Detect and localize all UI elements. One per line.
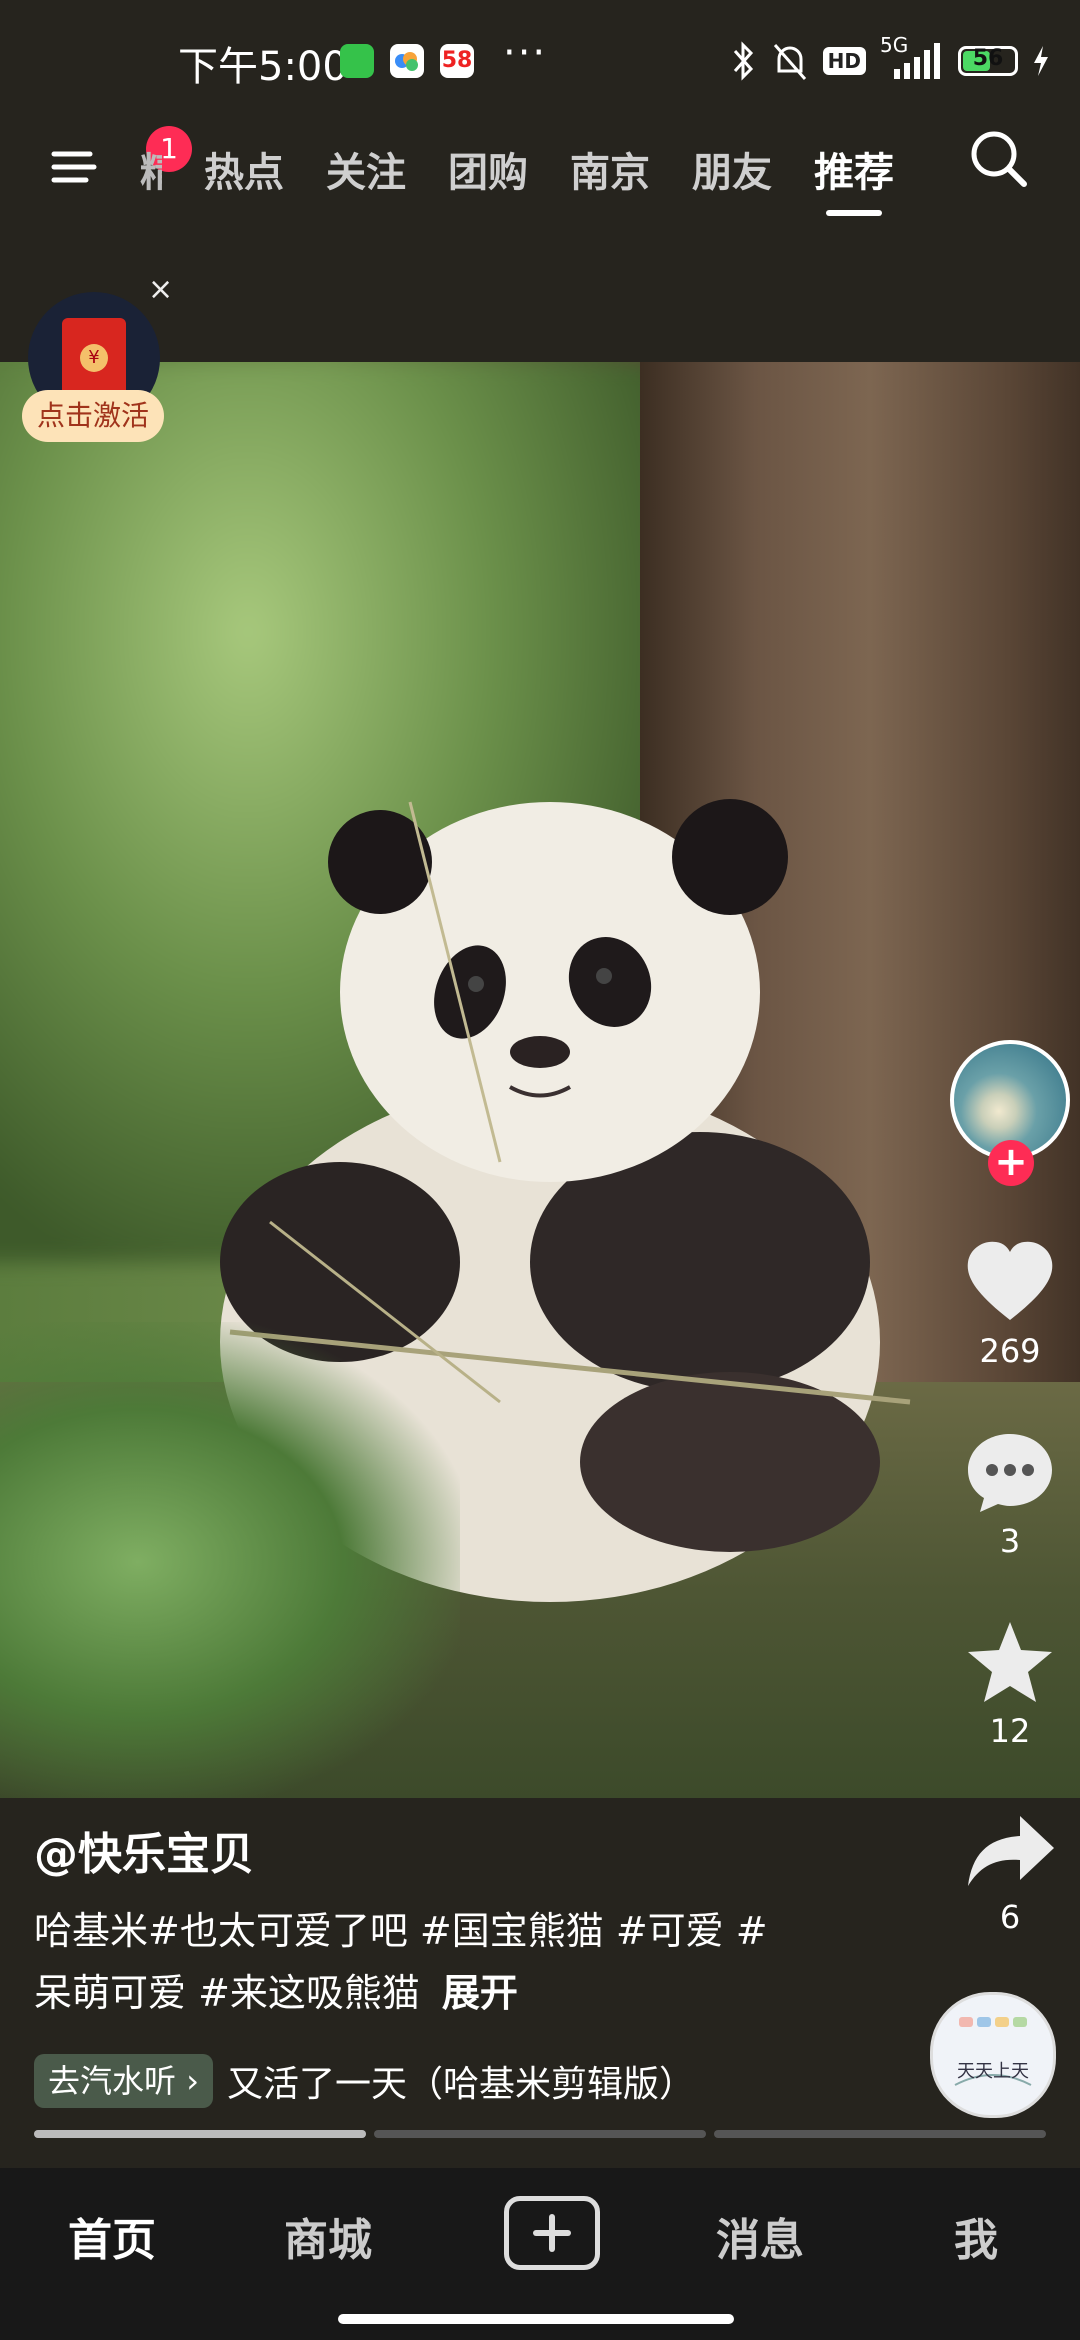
tab-hot[interactable]: 热点 <box>204 128 284 218</box>
share-button[interactable]: 6 <box>960 1814 1060 1936</box>
music-title: 又活了一天（哈基米剪辑版） <box>226 2064 695 2105</box>
progress-segment <box>374 2130 706 2138</box>
description-line-1: 哈基米#也太可爱了吧 #国宝熊猫 #可爱 # <box>34 1909 768 1953</box>
share-count: 6 <box>999 1898 1021 1936</box>
active-tab-underline <box>826 210 882 216</box>
wechat-like-icon <box>340 44 374 78</box>
favorite-button[interactable]: 12 <box>940 1620 1080 1750</box>
tab-nanjing[interactable]: 南京 <box>570 128 650 218</box>
activate-red-packet-button[interactable]: 点击激活 <box>22 390 164 442</box>
video-description[interactable]: 哈基米#也太可爱了吧 #国宝熊猫 #可爱 # 呆萌可爱 #来这吸熊猫 展开 <box>34 1900 854 2024</box>
hd-badge: HD <box>822 47 866 75</box>
feed-tabs: 精选 热点 关注 团购 南京 朋友 推荐 <box>140 128 894 218</box>
tab-following[interactable]: 关注 <box>326 128 406 218</box>
battery-icon: 56 <box>958 46 1018 76</box>
share-arrow-icon <box>968 1816 1054 1886</box>
bamboo-leaves <box>0 1322 460 1798</box>
status-time: 下午5:00 <box>178 44 348 90</box>
more-notifications-icon: ··· <box>503 30 548 76</box>
mute-bell-icon <box>773 44 806 80</box>
top-navigation: 1 精选 热点 关注 团购 南京 朋友 推荐 <box>0 120 1080 230</box>
comment-icon <box>968 1434 1052 1512</box>
cloud-icon <box>390 44 424 78</box>
comment-count: 3 <box>999 1522 1021 1560</box>
video-caption-area: @快乐宝贝 哈基米#也太可爱了吧 #国宝熊猫 #可爱 # 呆萌可爱 #来这吸熊猫… <box>0 1800 1080 2160</box>
nav-me[interactable]: 我 <box>954 2204 998 2268</box>
progress-segment <box>34 2130 366 2138</box>
menu-icon <box>51 151 97 183</box>
search-button[interactable] <box>960 120 1040 200</box>
tab-group-buy[interactable]: 团购 <box>448 128 528 218</box>
charging-icon <box>1034 46 1048 76</box>
create-button[interactable] <box>504 2196 600 2270</box>
description-line-2: 呆萌可爱 #来这吸熊猫 展开 <box>34 1971 518 2015</box>
follow-button[interactable]: + <box>988 1140 1034 1186</box>
home-indicator <box>338 2314 734 2324</box>
video-progress[interactable] <box>34 2130 1046 2138</box>
progress-segment <box>714 2130 1046 2138</box>
battery-level: 56 <box>972 46 1004 71</box>
star-icon <box>968 1622 1052 1702</box>
58-app-icon: 58 <box>440 44 474 78</box>
music-row[interactable]: 去汽水听 › 又活了一天（哈基米剪辑版） <box>34 2054 695 2108</box>
author-name[interactable]: @快乐宝贝 <box>34 1818 254 1882</box>
red-envelope-seal: ¥ <box>80 344 108 372</box>
search-icon <box>971 131 1027 187</box>
nav-messages[interactable]: 消息 <box>716 2204 804 2268</box>
bottom-navigation: 首页 商城 消息 我 <box>0 2168 1080 2340</box>
menu-button[interactable]: 1 <box>50 126 192 194</box>
bluetooth-icon <box>733 41 753 81</box>
like-count: 269 <box>979 1332 1041 1370</box>
favorite-count: 12 <box>989 1712 1031 1750</box>
chevron-right-icon: › <box>186 2062 199 2100</box>
tab-featured[interactable]: 精选 <box>140 128 162 218</box>
plus-icon <box>533 2214 571 2252</box>
expand-button[interactable]: 展开 <box>442 1971 518 2015</box>
like-button[interactable]: 269 <box>940 1240 1080 1370</box>
video-content[interactable] <box>0 362 1080 1798</box>
progress-segment-fill <box>34 2130 366 2138</box>
nav-mall[interactable]: 商城 <box>284 2204 372 2268</box>
listen-in-qishui-button[interactable]: 去汽水听 › <box>34 2054 213 2108</box>
close-red-packet-button[interactable]: × <box>148 272 173 307</box>
music-disc[interactable]: 天天上天 <box>930 1992 1056 2118</box>
comment-button[interactable]: 3 <box>940 1430 1080 1560</box>
heart-icon <box>967 1241 1053 1320</box>
music-disc-title: 天天上天 <box>957 2061 1029 2082</box>
tab-friends[interactable]: 朋友 <box>692 128 772 218</box>
status-bar: 下午5:00 58 ··· HD 5G 56 <box>0 0 1080 120</box>
nav-home[interactable]: 首页 <box>68 2204 156 2268</box>
music-disc-art-icon <box>954 2017 1032 2086</box>
signal-icon: 5G <box>880 33 944 81</box>
tab-recommend[interactable]: 推荐 <box>814 128 894 218</box>
